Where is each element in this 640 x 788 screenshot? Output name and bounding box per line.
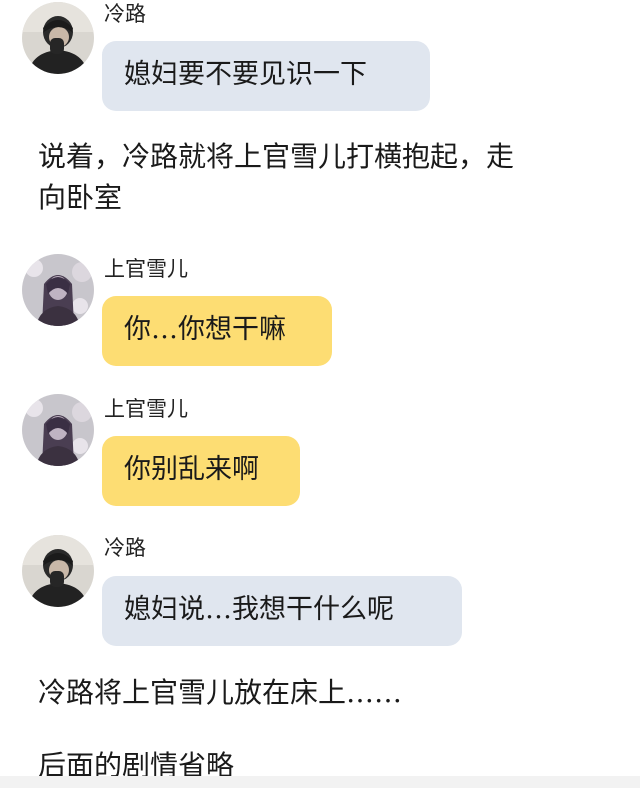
- narration-text: 冷路将上官雪儿放在床上……: [38, 676, 403, 709]
- narration-line: 向卧室: [38, 181, 123, 214]
- chat-story-page: 冷路 媳妇要不要见识一下 说着，冷路就将上官雪儿打横抱起，走 向卧室 上官雪儿 …: [0, 0, 640, 788]
- message-bubble[interactable]: 媳妇要不要见识一下: [102, 41, 430, 111]
- narration-text: 说着，冷路就将上官雪儿打横抱起，走 向卧室: [38, 136, 514, 218]
- sender-name: 上官雪儿: [104, 257, 188, 281]
- message-bubble[interactable]: 你别乱来啊: [102, 436, 300, 506]
- narration-line: 说着，冷路就将上官雪儿打横抱起，走: [38, 140, 515, 173]
- message-bubble[interactable]: 媳妇说…我想干什么呢: [102, 576, 462, 646]
- sender-name: 上官雪儿: [104, 397, 188, 421]
- bottom-divider: [0, 776, 640, 788]
- girl-avatar-icon[interactable]: [22, 254, 94, 326]
- message-bubble[interactable]: 你…你想干嘛: [102, 296, 332, 366]
- sender-name: 冷路: [104, 536, 146, 560]
- boy-avatar-icon[interactable]: [22, 535, 94, 607]
- girl-avatar-icon[interactable]: [22, 394, 94, 466]
- boy-avatar-icon[interactable]: [22, 2, 94, 74]
- sender-name: 冷路: [104, 2, 146, 26]
